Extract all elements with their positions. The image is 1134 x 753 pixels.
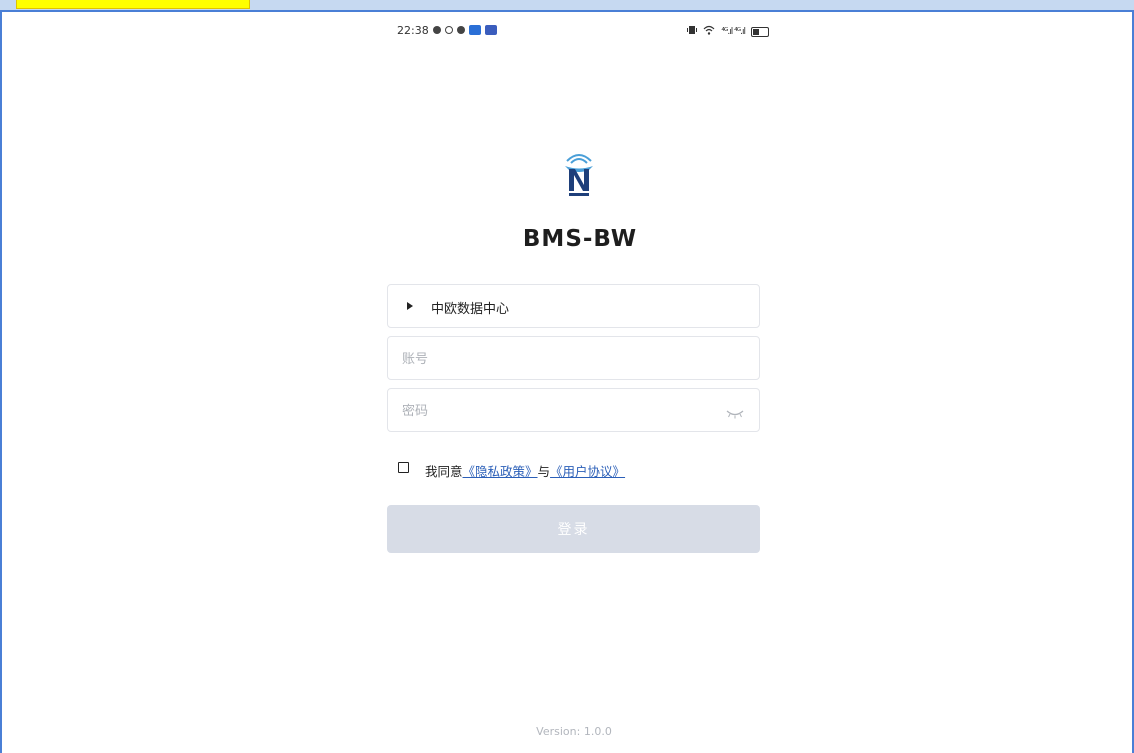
- password-input[interactable]: [400, 399, 704, 423]
- status-bar: 22:38 ⁴ᴳ.ıl ⁴ᴳ.ıl: [397, 23, 787, 41]
- vibrate-icon: [687, 25, 698, 38]
- status-icons-right: ⁴ᴳ.ıl ⁴ᴳ.ıl: [687, 25, 769, 38]
- navy-app-icon: [485, 25, 497, 35]
- notification-dot-icon: [433, 26, 441, 34]
- agree-middle: 与: [537, 464, 551, 479]
- agreement-text: 我同意《隐私政策》与《用户协议》: [425, 461, 625, 480]
- version-label: Version: 1.0.0: [536, 725, 612, 738]
- status-time: 22:38: [397, 24, 429, 37]
- signal-icon: ⁴ᴳ.ıl ⁴ᴳ.ıl: [721, 26, 746, 37]
- agree-prefix: 我同意: [425, 464, 463, 479]
- password-field-container: [387, 388, 760, 432]
- account-input[interactable]: [400, 347, 704, 371]
- user-agreement-link[interactable]: 《用户协议》: [550, 464, 625, 479]
- login-button[interactable]: 登录: [387, 505, 760, 553]
- wifi-icon: [703, 25, 715, 38]
- sync-dot-icon: [457, 26, 465, 34]
- blue-app-icon: [469, 25, 481, 35]
- caret-right-icon: [407, 302, 413, 310]
- agree-checkbox[interactable]: [398, 462, 409, 473]
- app-title: BMS-BW: [522, 226, 638, 252]
- search-status-icon: [445, 26, 453, 34]
- top-bar: [0, 0, 1134, 12]
- battery-icon: [751, 26, 769, 37]
- nexus-logo-icon: [556, 149, 602, 197]
- eye-closed-icon[interactable]: [725, 405, 745, 419]
- account-field-container: [387, 336, 760, 380]
- status-icons-left: [433, 25, 497, 35]
- server-selector[interactable]: 中欧数据中心: [387, 284, 760, 328]
- highlight-tag: [16, 0, 250, 9]
- server-label: 中欧数据中心: [431, 302, 510, 317]
- privacy-policy-link[interactable]: 《隐私政策》: [463, 464, 538, 479]
